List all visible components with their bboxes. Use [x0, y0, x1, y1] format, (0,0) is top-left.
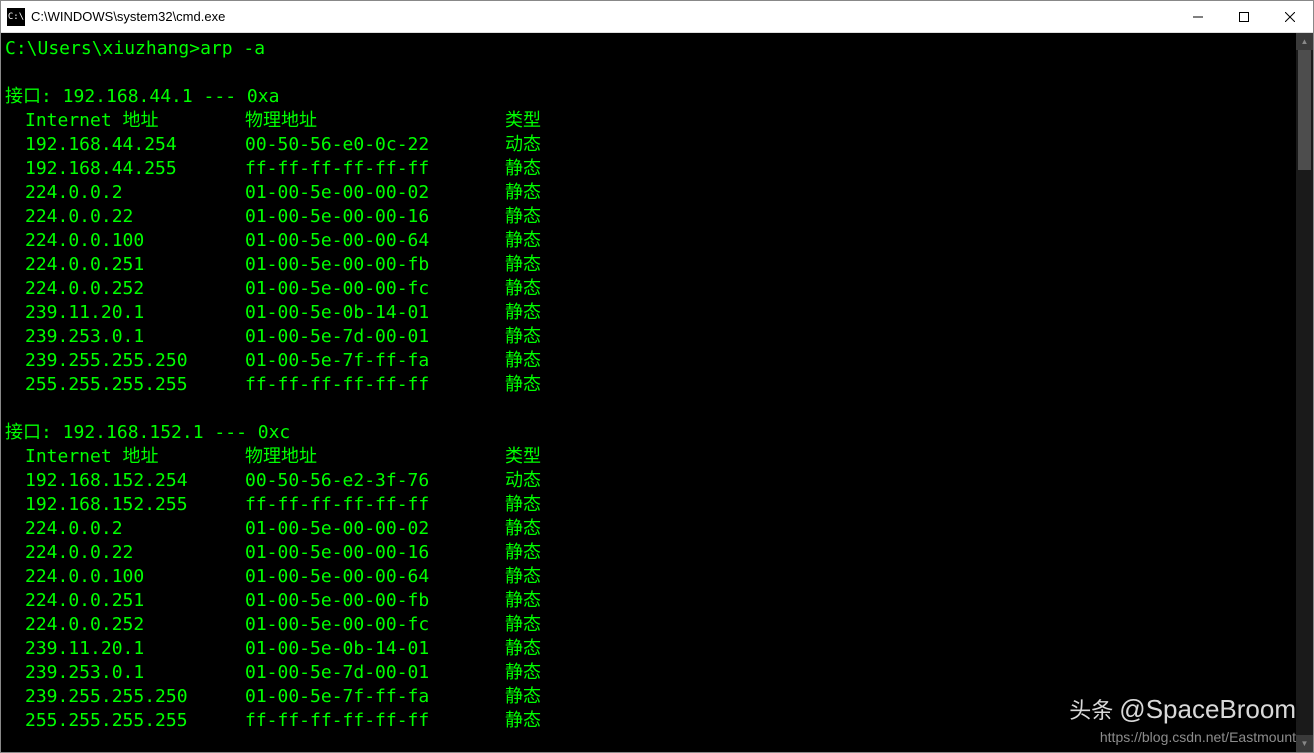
minimize-button[interactable] — [1175, 1, 1221, 33]
cmd-window: C:\ C:\WINDOWS\system32\cmd.exe C:\Users… — [0, 0, 1314, 753]
interface-header: 接口: 192.168.152.1 --- 0xc — [5, 421, 1292, 445]
arp-entry-row: 224.0.0.201-00-5e-00-00-02静态 — [5, 181, 1292, 205]
cmd-icon: C:\ — [7, 8, 25, 26]
arp-entry-row: 224.0.0.10001-00-5e-00-00-64静态 — [5, 565, 1292, 589]
arp-entry-row: 192.168.152.25400-50-56-e2-3f-76动态 — [5, 469, 1292, 493]
arp-entry-row: 239.253.0.101-00-5e-7d-00-01静态 — [5, 661, 1292, 685]
arp-entry-row: 255.255.255.255ff-ff-ff-ff-ff-ff静态 — [5, 709, 1292, 733]
scroll-thumb[interactable] — [1298, 50, 1311, 170]
arp-entry-row: 224.0.0.25201-00-5e-00-00-fc静态 — [5, 277, 1292, 301]
arp-entry-row: 224.0.0.2201-00-5e-00-00-16静态 — [5, 205, 1292, 229]
scroll-track[interactable] — [1296, 50, 1313, 735]
arp-entry-row: 239.255.255.25001-00-5e-7f-ff-fa静态 — [5, 349, 1292, 373]
arp-entry-row: 239.253.0.101-00-5e-7d-00-01静态 — [5, 325, 1292, 349]
interface-header: 接口: 192.168.44.1 --- 0xa — [5, 85, 1292, 109]
arp-header-row: Internet 地址物理地址类型 — [5, 445, 1292, 469]
close-button[interactable] — [1267, 1, 1313, 33]
arp-entry-row: 224.0.0.2201-00-5e-00-00-16静态 — [5, 541, 1292, 565]
arp-header-row: Internet 地址物理地址类型 — [5, 109, 1292, 133]
arp-entry-row: 192.168.44.25400-50-56-e0-0c-22动态 — [5, 133, 1292, 157]
terminal-area: C:\Users\xiuzhang>arp -a 接口: 192.168.44.1… — [1, 33, 1313, 752]
arp-entry-row: 255.255.255.255ff-ff-ff-ff-ff-ff静态 — [5, 373, 1292, 397]
terminal-output[interactable]: C:\Users\xiuzhang>arp -a 接口: 192.168.44.1… — [1, 33, 1296, 752]
arp-entry-row: 239.255.255.25001-00-5e-7f-ff-fa静态 — [5, 685, 1292, 709]
window-title: C:\WINDOWS\system32\cmd.exe — [31, 9, 225, 24]
arp-entry-row: 224.0.0.25101-00-5e-00-00-fb静态 — [5, 589, 1292, 613]
arp-entry-row: 192.168.44.255ff-ff-ff-ff-ff-ff静态 — [5, 157, 1292, 181]
arp-entry-row: 224.0.0.25101-00-5e-00-00-fb静态 — [5, 253, 1292, 277]
scrollbar[interactable]: ▲ ▼ — [1296, 33, 1313, 752]
blank-line — [5, 397, 1292, 421]
arp-entry-row: 224.0.0.201-00-5e-00-00-02静态 — [5, 517, 1292, 541]
arp-entry-row: 224.0.0.10001-00-5e-00-00-64静态 — [5, 229, 1292, 253]
command-prompt-line: C:\Users\xiuzhang>arp -a — [5, 37, 1292, 61]
blank-line — [5, 61, 1292, 85]
arp-entry-row: 239.11.20.101-00-5e-0b-14-01静态 — [5, 637, 1292, 661]
arp-entry-row: 224.0.0.25201-00-5e-00-00-fc静态 — [5, 613, 1292, 637]
scroll-down-button[interactable]: ▼ — [1296, 735, 1313, 752]
arp-entry-row: 192.168.152.255ff-ff-ff-ff-ff-ff静态 — [5, 493, 1292, 517]
titlebar[interactable]: C:\ C:\WINDOWS\system32\cmd.exe — [1, 1, 1313, 33]
maximize-button[interactable] — [1221, 1, 1267, 33]
arp-entry-row: 239.11.20.101-00-5e-0b-14-01静态 — [5, 301, 1292, 325]
scroll-up-button[interactable]: ▲ — [1296, 33, 1313, 50]
